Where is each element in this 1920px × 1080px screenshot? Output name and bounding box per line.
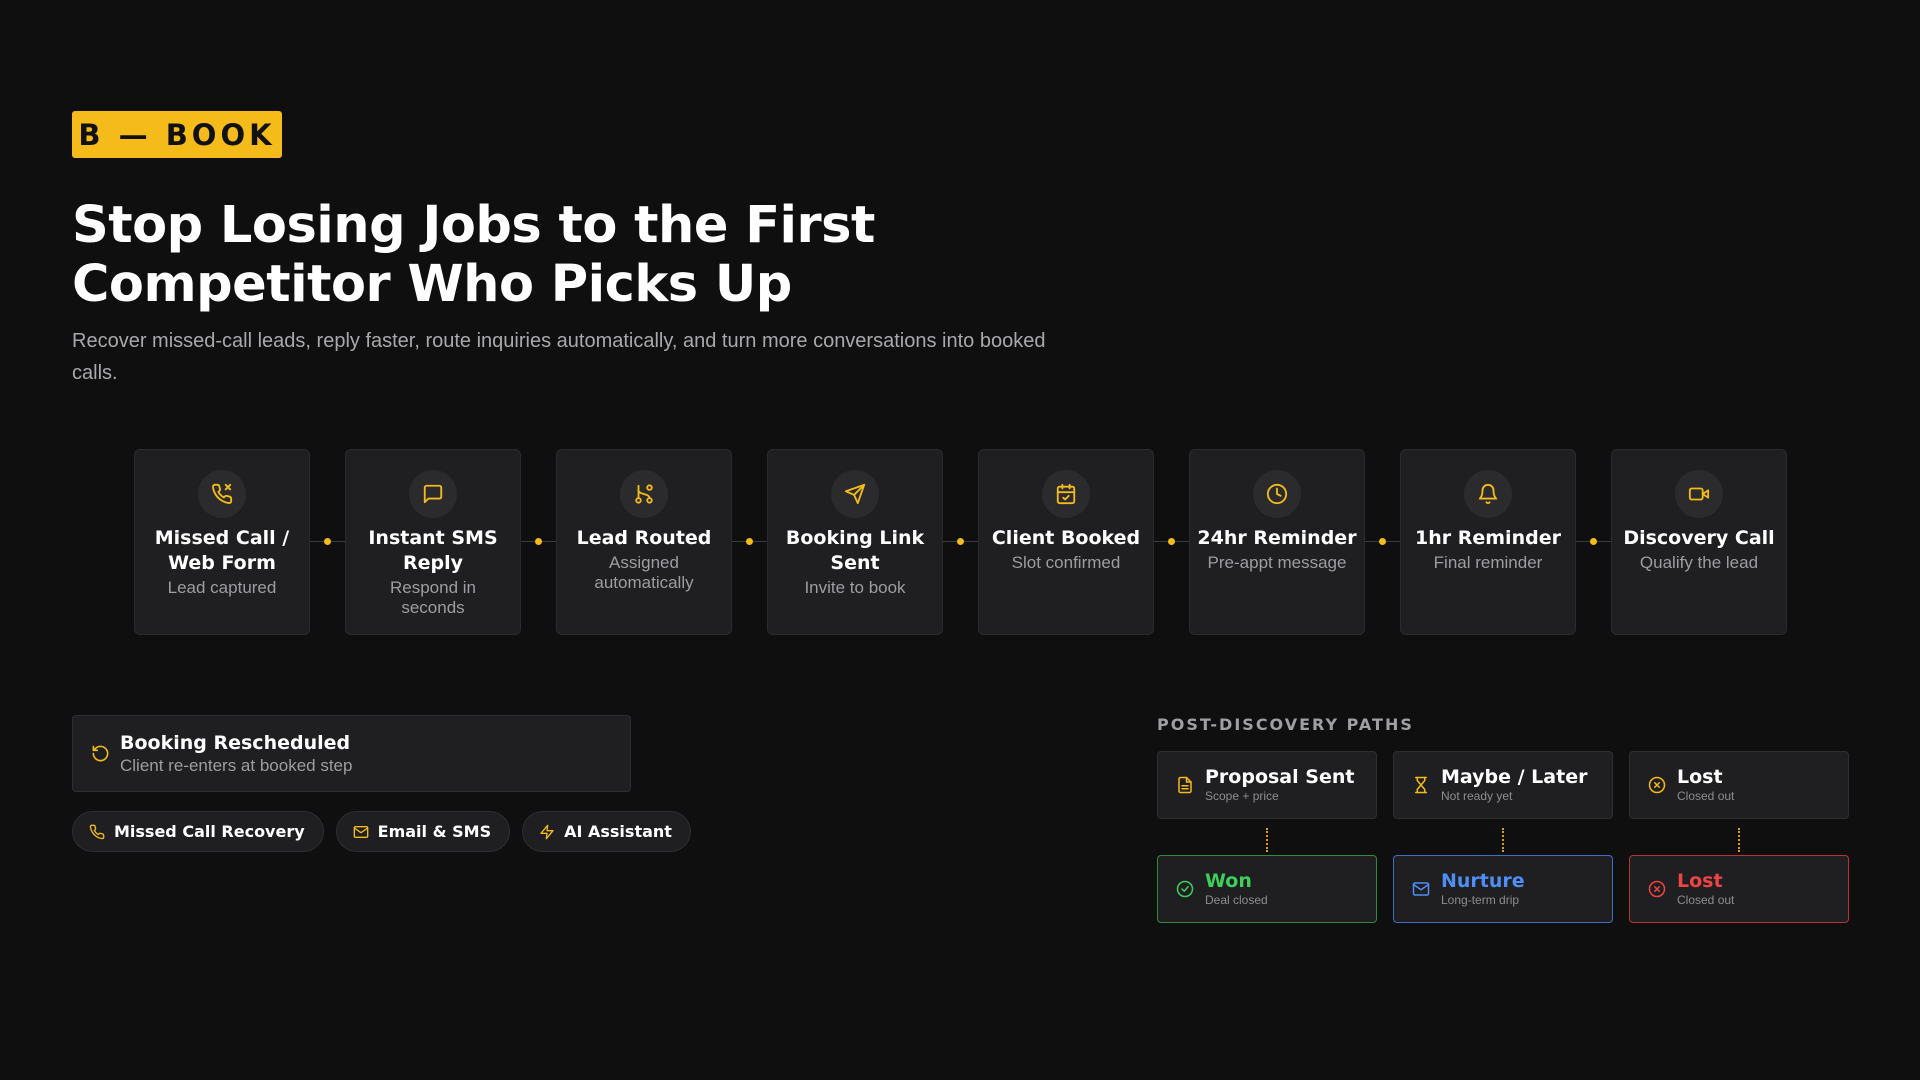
pill-ai-assistant[interactable]: AI Assistant bbox=[522, 811, 691, 852]
step-instant-sms: Instant SMS Reply Respond in seconds bbox=[345, 449, 521, 635]
step-title: Booking Link Sent bbox=[785, 527, 925, 574]
step-title: 1hr Reminder bbox=[1415, 527, 1561, 549]
path-subtitle: Deal closed bbox=[1205, 893, 1268, 907]
step-1hr-reminder: 1hr Reminder Final reminder bbox=[1400, 449, 1576, 635]
step-subtitle: Qualify the lead bbox=[1639, 553, 1759, 572]
flow-connector bbox=[1576, 449, 1611, 635]
phone-icon bbox=[89, 824, 105, 839]
step-subtitle: Respond in seconds bbox=[389, 578, 476, 617]
path-subtitle: Closed out bbox=[1677, 893, 1735, 907]
step-subtitle: Assigned automatically bbox=[594, 553, 694, 592]
message-square-icon bbox=[409, 470, 457, 518]
video-icon bbox=[1675, 470, 1723, 518]
connector-dot bbox=[957, 538, 964, 545]
step-subtitle: Invite to book bbox=[804, 578, 906, 597]
flow-connector bbox=[521, 449, 556, 635]
step-subtitle: Slot confirmed bbox=[1011, 553, 1121, 572]
step-booking-link-sent: Booking Link Sent Invite to book bbox=[767, 449, 943, 635]
path-proposal-sent: Proposal Sent Scope + price bbox=[1157, 751, 1377, 819]
rotate-icon bbox=[92, 745, 109, 762]
step-client-booked: Client Booked Slot confirmed bbox=[978, 449, 1154, 635]
rescheduled-title: Booking Rescheduled bbox=[120, 731, 351, 754]
path-title: Lost bbox=[1677, 766, 1723, 788]
post-discovery-label: POST-DISCOVERY PATHS bbox=[1157, 715, 1414, 734]
connector-dot bbox=[1168, 538, 1175, 545]
page-title: Stop Losing Jobs to the First Competitor… bbox=[72, 196, 972, 314]
flow-connector bbox=[310, 449, 345, 635]
path-maybe-later: Maybe / Later Not ready yet bbox=[1393, 751, 1613, 819]
mail-icon bbox=[1412, 882, 1430, 896]
pill-label: AI Assistant bbox=[564, 822, 672, 841]
path-subtitle: Closed out bbox=[1677, 789, 1735, 803]
hourglass-icon bbox=[1415, 776, 1427, 794]
check-circle-icon bbox=[1176, 880, 1194, 898]
path-subtitle: Scope + price bbox=[1205, 789, 1279, 803]
route-icon bbox=[620, 470, 668, 518]
path-won: Won Deal closed bbox=[1157, 855, 1377, 923]
step-title: Client Booked bbox=[991, 527, 1141, 549]
path-title: Maybe / Later bbox=[1441, 766, 1588, 788]
file-icon bbox=[1178, 776, 1192, 794]
pill-email-sms[interactable]: Email & SMS bbox=[335, 811, 511, 852]
path-subtitle: Not ready yet bbox=[1441, 789, 1513, 803]
flow-connector bbox=[943, 449, 978, 635]
path-connector bbox=[1266, 828, 1268, 852]
rescheduled-subtitle: Client re-enters at booked step bbox=[120, 755, 353, 775]
step-lead-routed: Lead Routed Assigned automatically bbox=[556, 449, 732, 635]
path-lost-top: Lost Closed out bbox=[1629, 751, 1849, 819]
pill-missed-call-recovery[interactable]: Missed Call Recovery bbox=[72, 811, 324, 852]
booking-rescheduled-card: Booking Rescheduled Client re-enters at … bbox=[72, 715, 631, 792]
step-subtitle: Final reminder bbox=[1433, 553, 1543, 572]
step-title: Instant SMS Reply bbox=[368, 527, 498, 574]
send-icon bbox=[831, 470, 879, 518]
connector-dot bbox=[324, 538, 331, 545]
connector-dot bbox=[535, 538, 542, 545]
mail-icon bbox=[353, 825, 368, 838]
clock-icon bbox=[1253, 470, 1301, 518]
step-24hr-reminder: 24hr Reminder Pre-appt message bbox=[1189, 449, 1365, 635]
title-line-2: Competitor Who Picks Up bbox=[72, 255, 792, 314]
path-title: Nurture bbox=[1441, 870, 1525, 892]
step-title: Discovery Call bbox=[1623, 527, 1775, 549]
step-missed-call: Missed Call / Web Form Lead captured bbox=[134, 449, 310, 635]
step-title: Missed Call / Web Form bbox=[154, 527, 290, 574]
pill-label: Email & SMS bbox=[377, 822, 492, 841]
bell-icon bbox=[1464, 470, 1512, 518]
connector-dot bbox=[746, 538, 753, 545]
step-title: Lead Routed bbox=[576, 527, 712, 549]
flow-connector bbox=[732, 449, 767, 635]
page-subtitle: Recover missed-call leads, reply faster,… bbox=[72, 330, 1046, 384]
path-subtitle: Long-term drip bbox=[1441, 893, 1520, 907]
connector-dot bbox=[1379, 538, 1386, 545]
flow-connector bbox=[1365, 449, 1400, 635]
x-circle-icon bbox=[1648, 776, 1666, 794]
path-title: Won bbox=[1205, 870, 1252, 892]
pill-label: Missed Call Recovery bbox=[114, 822, 305, 841]
step-subtitle: Lead captured bbox=[167, 578, 277, 597]
step-discovery-call: Discovery Call Qualify the lead bbox=[1611, 449, 1787, 635]
step-title: 24hr Reminder bbox=[1197, 527, 1357, 549]
section-badge: B — BOOK bbox=[72, 111, 282, 158]
phone-missed-icon bbox=[198, 470, 246, 518]
step-subtitle: Pre-appt message bbox=[1207, 553, 1347, 572]
feature-pills: Missed Call Recovery Email & SMS AI Assi… bbox=[72, 811, 703, 852]
calendar-check-icon bbox=[1042, 470, 1090, 518]
path-nurture: Nurture Long-term drip bbox=[1393, 855, 1613, 923]
path-title: Lost bbox=[1677, 870, 1723, 892]
path-connector bbox=[1502, 828, 1504, 852]
path-lost-bottom: Lost Closed out bbox=[1629, 855, 1849, 923]
booking-flow: Missed Call / Web Form Lead captured Ins… bbox=[134, 449, 1787, 635]
zap-icon bbox=[540, 824, 554, 839]
flow-connector bbox=[1154, 449, 1189, 635]
x-circle-icon bbox=[1648, 880, 1666, 898]
title-line-1: Stop Losing Jobs to the First bbox=[72, 196, 875, 255]
path-title: Proposal Sent bbox=[1205, 766, 1355, 788]
connector-dot bbox=[1590, 538, 1597, 545]
path-connector bbox=[1738, 828, 1740, 852]
